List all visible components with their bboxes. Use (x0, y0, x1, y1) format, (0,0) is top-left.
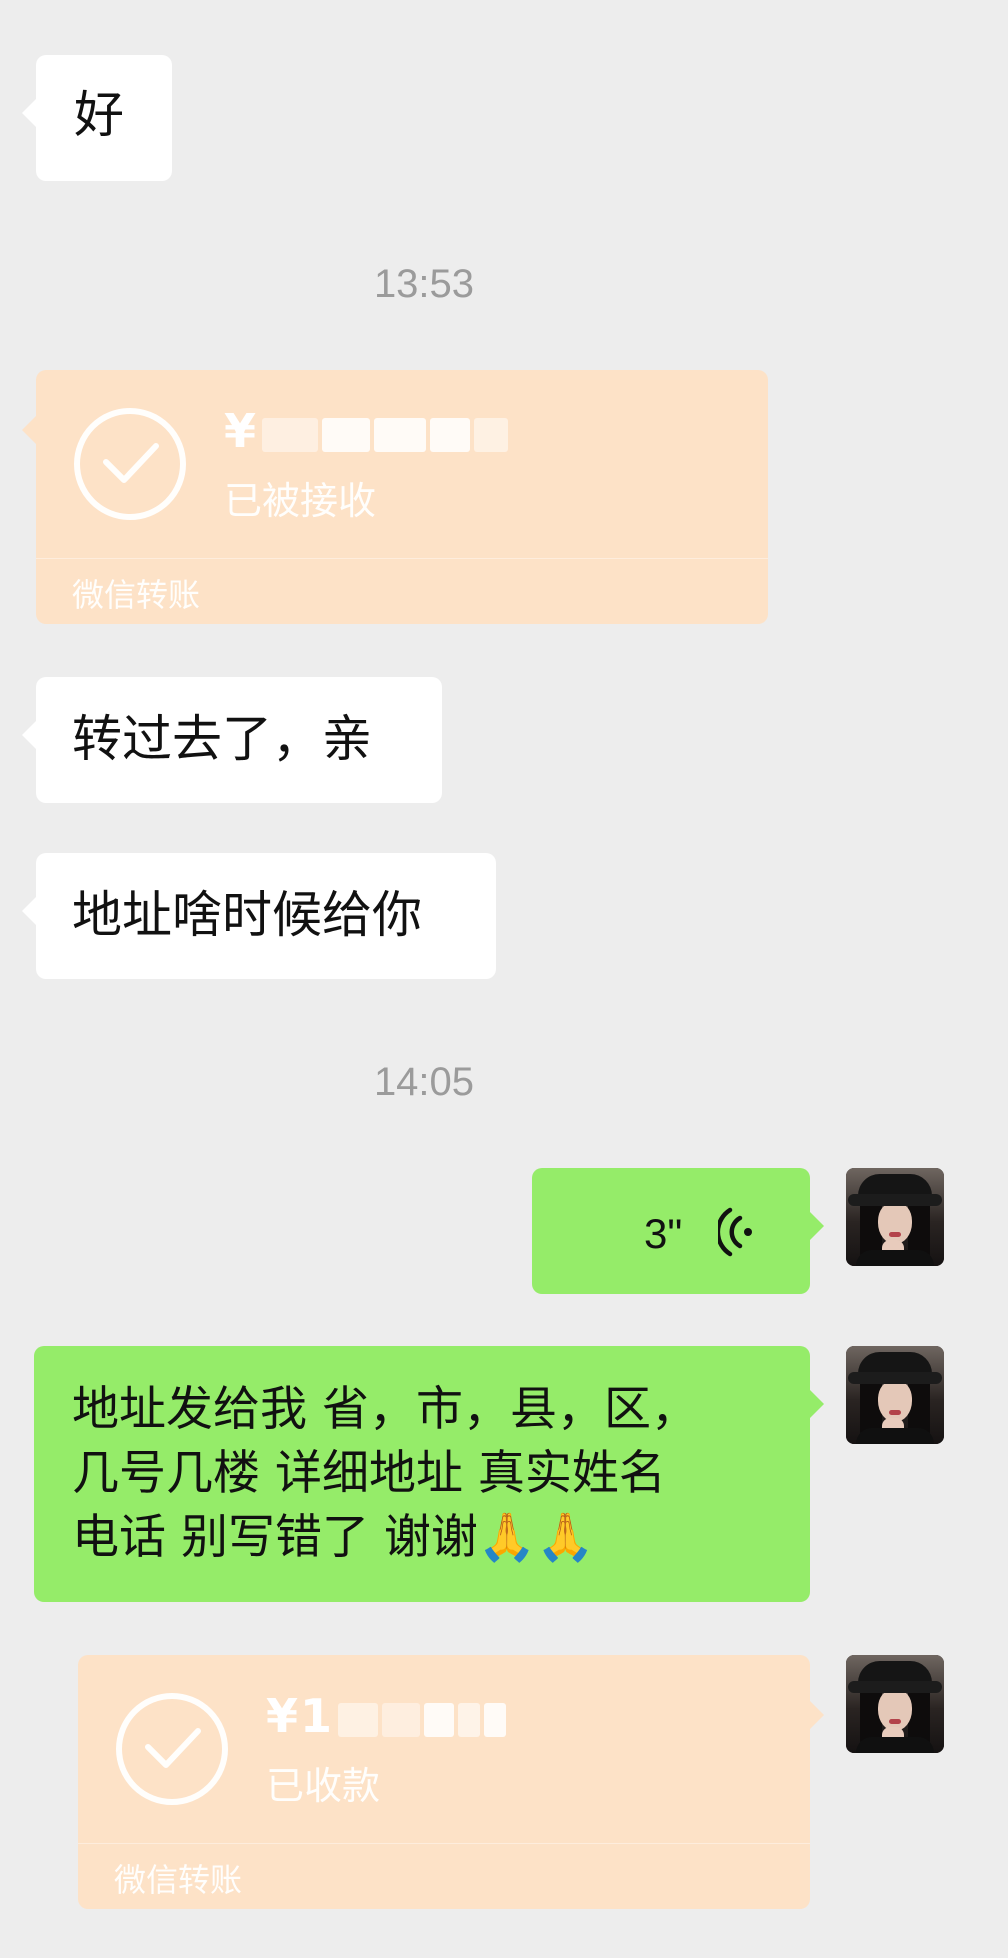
outgoing-message-bubble[interactable]: 地址发给我 省，市，县，区， 几号几楼 详细地址 真实姓名 电话 别写错了 谢谢… (34, 1346, 824, 1602)
transfer-card-received[interactable]: ¥ 已被接收 微信转账 (22, 370, 768, 624)
transfer-amount: ¥ (224, 404, 509, 458)
timestamp: 14:05 (373, 1060, 475, 1104)
user-avatar[interactable] (846, 1346, 944, 1444)
voice-waves-icon (715, 1206, 762, 1271)
transfer-status: 已被接收 (224, 479, 377, 523)
transfer-card-sent[interactable]: ¥1 已收款 微信转账 (78, 1655, 824, 1909)
incoming-message-bubble[interactable]: 转过去了，亲 (22, 677, 442, 803)
message-text: 转过去了，亲 (72, 710, 372, 768)
bubble-tail (810, 1390, 824, 1418)
incoming-message-bubble[interactable]: 好 (22, 55, 172, 181)
divider (78, 1843, 810, 1844)
transfer-amount: ¥1 (266, 1689, 507, 1743)
message-text-line: 电话 别写错了 谢谢🙏🙏 (72, 1510, 595, 1565)
user-avatar[interactable] (846, 1655, 944, 1753)
check-circle-icon (74, 408, 186, 520)
bubble-tail (22, 721, 36, 749)
message-text: 好 (74, 86, 124, 144)
check-circle-icon (116, 1693, 228, 1805)
transfer-footer-label: 微信转账 (72, 576, 201, 614)
bubble-tail (22, 416, 36, 444)
bubble-tail (810, 1701, 824, 1729)
user-avatar[interactable] (846, 1168, 944, 1266)
transfer-footer-label: 微信转账 (114, 1861, 243, 1899)
divider (36, 558, 768, 559)
voice-duration: 3" (644, 1210, 683, 1257)
bubble-tail (22, 99, 36, 127)
timestamp: 13:53 (373, 262, 475, 306)
transfer-status: 已收款 (266, 1764, 381, 1808)
message-text-line: 几号几楼 详细地址 真实姓名 (72, 1446, 666, 1501)
bubble-tail (22, 897, 36, 925)
incoming-message-bubble[interactable]: 地址啥时候给你 (22, 853, 496, 979)
bubble-tail (810, 1212, 824, 1240)
message-text: 地址啥时候给你 (72, 886, 422, 944)
voice-message-bubble[interactable]: 3" (532, 1168, 824, 1294)
message-text-line: 地址发给我 省，市，县，区， (72, 1382, 698, 1437)
